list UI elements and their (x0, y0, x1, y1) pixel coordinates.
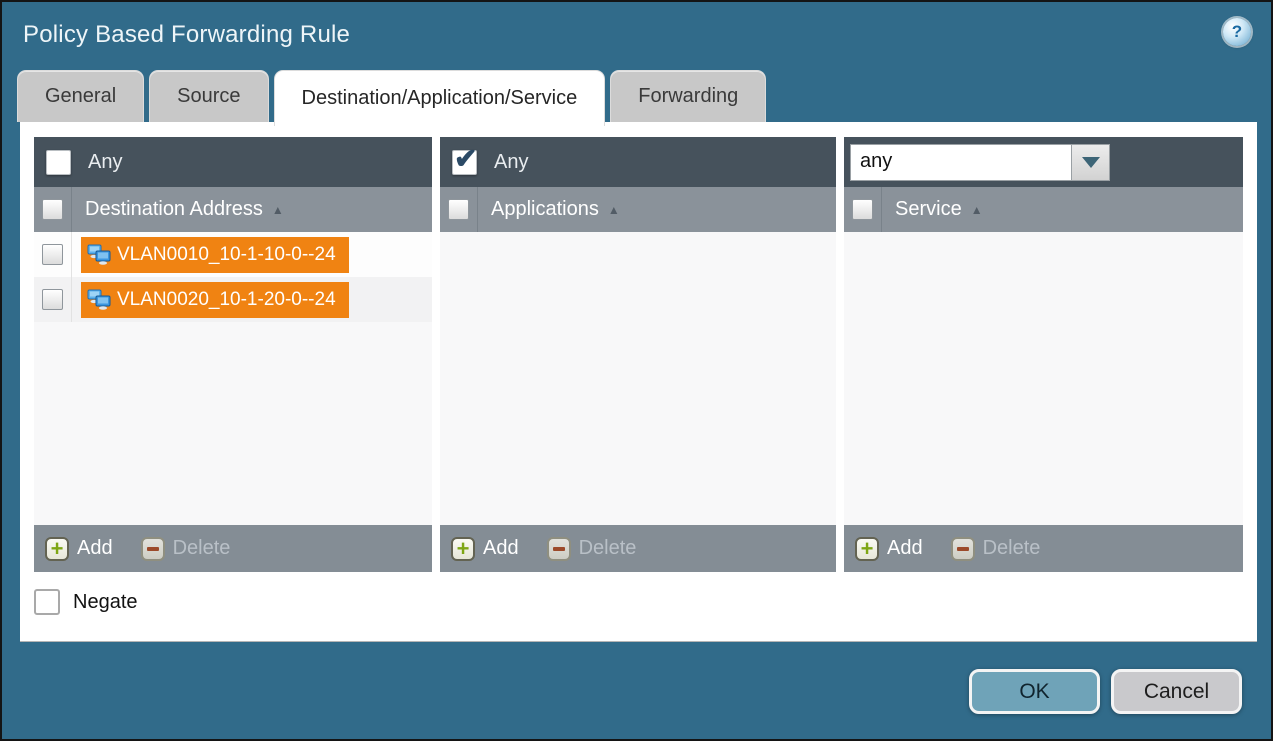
address-group-icon (87, 289, 111, 310)
destination-select-all-checkbox[interactable] (42, 199, 63, 220)
plus-icon: + (855, 537, 879, 561)
destination-any-checkbox[interactable] (46, 150, 71, 175)
sort-ascending-icon[interactable]: ▲ (272, 203, 284, 217)
cancel-button[interactable]: Cancel (1111, 669, 1242, 714)
sort-ascending-icon[interactable]: ▲ (608, 203, 620, 217)
destination-any-bar: Any (34, 137, 432, 187)
dropdown-button[interactable] (1072, 144, 1110, 181)
applications-any-checkbox[interactable] (452, 150, 477, 175)
negate-checkbox[interactable] (34, 589, 60, 615)
destination-toolbar: + Add Delete (34, 525, 432, 572)
destination-any-label: Any (88, 151, 122, 174)
policy-based-forwarding-dialog: Policy Based Forwarding Rule ? General S… (0, 0, 1273, 741)
service-dropdown[interactable]: any (850, 144, 1110, 181)
service-list (844, 232, 1243, 525)
address-object-label: VLAN0020_10-1-20-0--24 (117, 289, 336, 311)
service-dropdown-bar: any (844, 137, 1243, 187)
applications-list (440, 232, 836, 525)
dialog-title: Policy Based Forwarding Rule (23, 21, 350, 49)
applications-toolbar: + Add Delete (440, 525, 836, 572)
destination-header-row: Destination Address ▲ (34, 187, 432, 232)
plus-icon: + (45, 537, 69, 561)
tab-destination-application-service[interactable]: Destination/Application/Service (274, 70, 606, 126)
applications-select-all-checkbox[interactable] (448, 199, 469, 220)
address-object-chip[interactable]: VLAN0010_10-1-10-0--24 (81, 237, 349, 273)
negate-label: Negate (73, 591, 138, 614)
negate-row: Negate (34, 589, 1243, 615)
minus-icon (547, 537, 571, 561)
add-button[interactable]: + Add (45, 537, 113, 561)
service-select-all-checkbox[interactable] (852, 199, 873, 220)
sort-ascending-icon[interactable]: ▲ (971, 203, 983, 217)
destination-address-column: Any Destination Address ▲ (34, 137, 432, 572)
delete-button[interactable]: Delete (547, 537, 637, 561)
service-dropdown-value[interactable]: any (850, 144, 1072, 181)
service-column: any Service ▲ + Add (844, 137, 1243, 572)
service-column-header[interactable]: Service (895, 198, 962, 221)
address-object-chip[interactable]: VLAN0020_10-1-20-0--24 (81, 282, 349, 318)
address-group-icon (87, 244, 111, 265)
tab-strip: General Source Destination/Application/S… (17, 70, 771, 126)
applications-any-label: Any (494, 151, 528, 174)
destination-column-header[interactable]: Destination Address (85, 198, 263, 221)
table-row[interactable]: VLAN0010_10-1-10-0--24 (34, 232, 432, 277)
minus-icon (951, 537, 975, 561)
tab-forwarding[interactable]: Forwarding (610, 70, 766, 122)
applications-column: Any Applications ▲ + Add Delete (440, 137, 836, 572)
add-button[interactable]: + Add (451, 537, 519, 561)
plus-icon: + (451, 537, 475, 561)
tab-general[interactable]: General (17, 70, 144, 122)
applications-header-row: Applications ▲ (440, 187, 836, 232)
delete-button[interactable]: Delete (141, 537, 231, 561)
row-checkbox[interactable] (42, 289, 63, 310)
service-toolbar: + Add Delete (844, 525, 1243, 572)
chevron-down-icon (1082, 157, 1100, 168)
tab-source[interactable]: Source (149, 70, 268, 122)
ok-button[interactable]: OK (969, 669, 1100, 714)
table-row[interactable]: VLAN0020_10-1-20-0--24 (34, 277, 432, 322)
applications-column-header[interactable]: Applications (491, 198, 599, 221)
destination-list: VLAN0010_10-1-10-0--24 (34, 232, 432, 525)
delete-button[interactable]: Delete (951, 537, 1041, 561)
service-header-row: Service ▲ (844, 187, 1243, 232)
add-button[interactable]: + Add (855, 537, 923, 561)
minus-icon (141, 537, 165, 561)
tab-content-panel: Any Destination Address ▲ (20, 122, 1257, 642)
row-checkbox[interactable] (42, 244, 63, 265)
help-icon[interactable]: ? (1223, 18, 1251, 46)
address-object-label: VLAN0010_10-1-10-0--24 (117, 244, 336, 266)
applications-any-bar: Any (440, 137, 836, 187)
